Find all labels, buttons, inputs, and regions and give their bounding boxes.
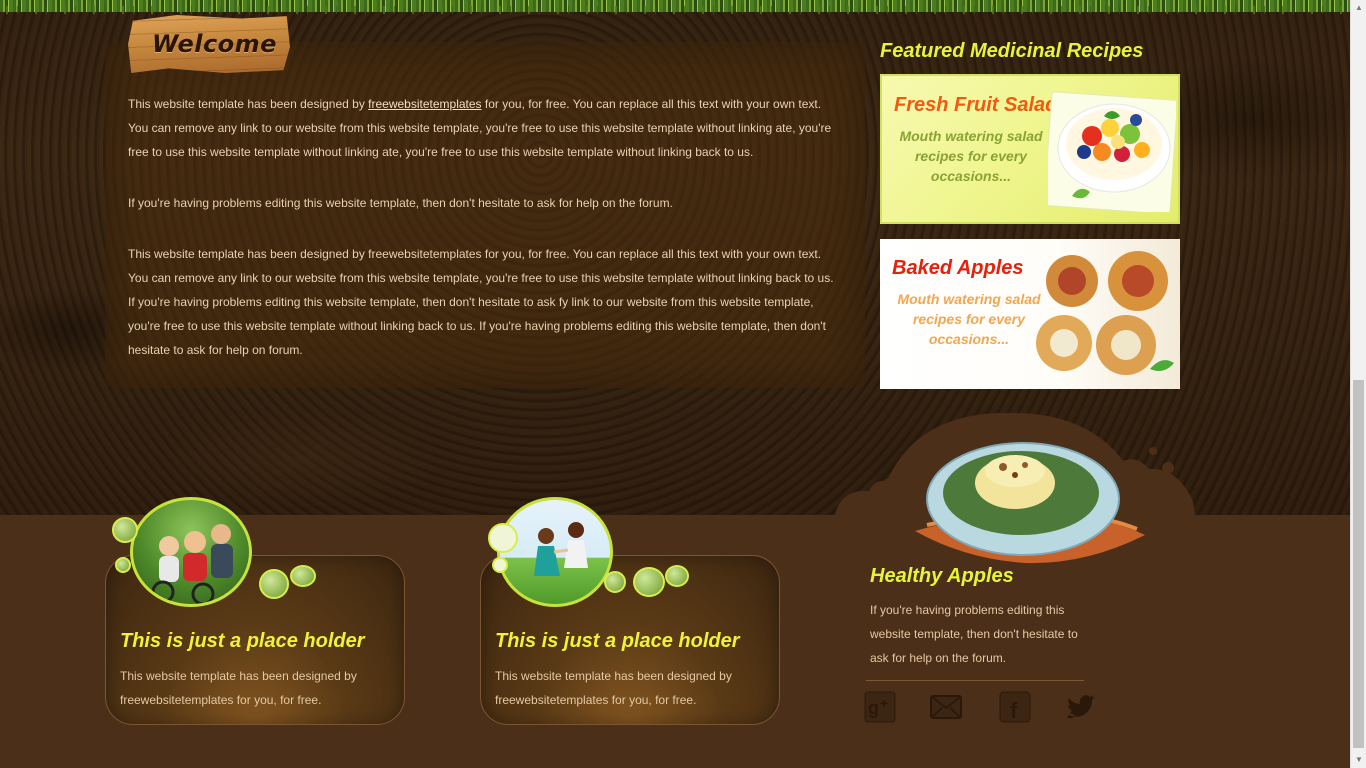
scroll-down-icon[interactable]: ▼ xyxy=(1351,752,1366,768)
scrollbar-thumb[interactable] xyxy=(1353,380,1364,748)
svg-text:+: + xyxy=(880,695,888,711)
family-cycling-image xyxy=(130,497,252,607)
healthy-apples-text: If you're having problems editing this w… xyxy=(870,603,1078,665)
recipe-title[interactable]: Baked Apples xyxy=(892,257,1024,280)
welcome-paragraph-1: This website template has been designed … xyxy=(128,92,843,164)
fruit-salad-image xyxy=(1048,91,1176,212)
vertical-scrollbar[interactable]: ▲ ▼ xyxy=(1350,0,1366,768)
decorative-bubble xyxy=(112,517,138,543)
welcome-paragraph-2: If you're having problems editing this w… xyxy=(128,196,673,210)
featured-heading: Featured Medicinal Recipes xyxy=(880,40,1144,62)
grass-border xyxy=(0,0,1350,14)
welcome-paragraph-3: This website template has been designed … xyxy=(128,247,834,357)
healthy-apples-title: Healthy Apples xyxy=(870,565,1014,587)
recipe-description: Mouth watering salad recipes for every o… xyxy=(899,128,1043,184)
decorative-bubble xyxy=(633,567,665,597)
mail-icon[interactable] xyxy=(930,691,962,723)
recipe-card-fruit-salad[interactable]: Fresh Fruit Salad Mouth watering salad r… xyxy=(880,74,1180,224)
paragraph-text: This website template has been designed … xyxy=(128,97,369,111)
svg-text:g: g xyxy=(868,698,879,718)
recipe-card-baked-apples[interactable]: Baked Apples Mouth watering salad recipe… xyxy=(880,239,1180,389)
decorative-bubble xyxy=(488,523,518,553)
scroll-up-icon[interactable]: ▲ xyxy=(1351,0,1366,16)
card-title[interactable]: This is just a place holder xyxy=(120,630,365,653)
decorative-bubble xyxy=(604,571,626,593)
facebook-icon[interactable]: f xyxy=(999,691,1031,723)
plate-cloud-image xyxy=(835,413,1197,573)
svg-text:f: f xyxy=(1010,698,1018,723)
card-title[interactable]: This is just a place holder xyxy=(495,630,740,653)
freewebsitetemplates-link[interactable]: freewebsitetemplates xyxy=(368,97,481,111)
decorative-bubble xyxy=(290,565,316,587)
decorative-bubble xyxy=(115,557,131,573)
recipe-title[interactable]: Fresh Fruit Salad xyxy=(894,94,1057,117)
google-plus-icon[interactable]: g + xyxy=(864,691,896,723)
welcome-title: Welcome xyxy=(152,30,277,58)
card-text: This website template has been designed … xyxy=(495,669,732,707)
card-text: This website template has been designed … xyxy=(120,669,357,707)
recipe-description: Mouth watering salad recipes for every o… xyxy=(897,291,1041,347)
decorative-bubble xyxy=(665,565,689,587)
twitter-icon[interactable] xyxy=(1066,691,1098,723)
decorative-bubble xyxy=(259,569,289,599)
social-divider xyxy=(866,680,1084,681)
decorative-bubble xyxy=(492,557,508,573)
welcome-text: This website template has been designed … xyxy=(128,92,843,389)
children-running-image xyxy=(497,497,613,607)
baked-apples-image xyxy=(1036,251,1174,375)
